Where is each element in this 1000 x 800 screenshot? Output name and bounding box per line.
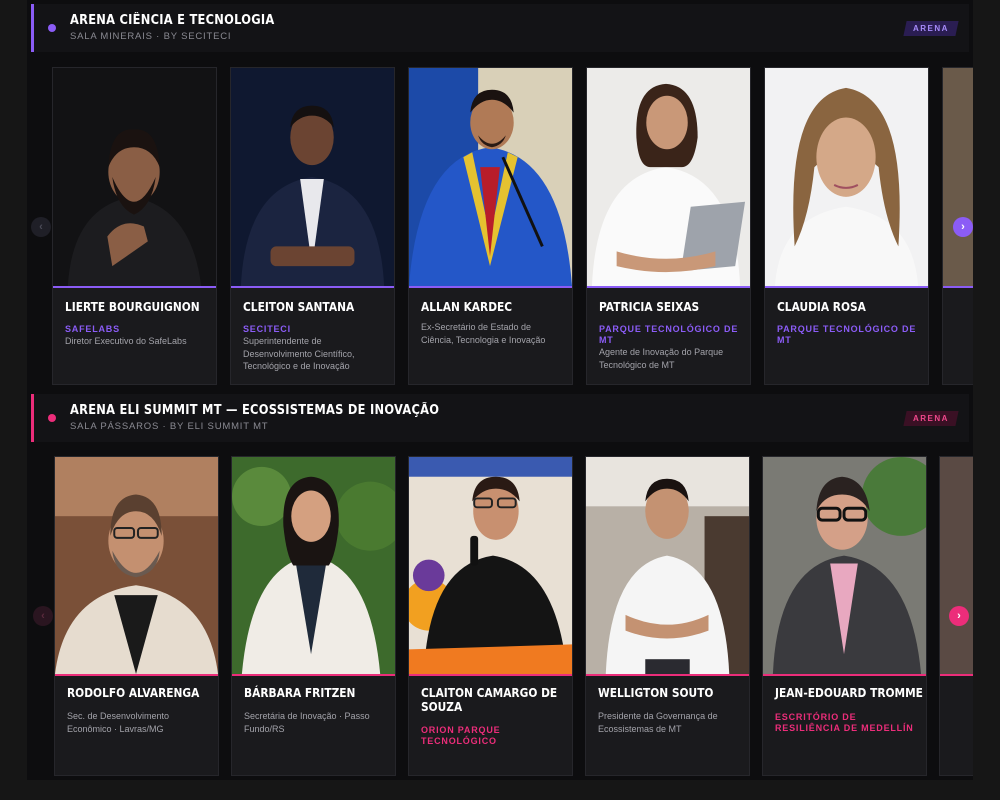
speaker-name: BÁRBARA FRITZEN xyxy=(244,685,356,700)
carousel-prev-button[interactable]: ‹ xyxy=(33,606,53,626)
chevron-left-icon: ‹ xyxy=(39,220,43,233)
speaker-org: SECITECI xyxy=(243,324,291,334)
speaker-name: RODOLFO ALVARENGA xyxy=(67,685,200,700)
arena-badge: ARENA xyxy=(903,411,959,426)
speaker-card[interactable]: CLAITON CAMARGO DE SOUZA ORION PARQUE TE… xyxy=(408,456,573,776)
speaker-name: PATRICIA SEIXAS xyxy=(599,299,700,314)
speaker-meta: ORION PARQUE TECNOLÓGICO xyxy=(421,725,562,747)
speaker-card[interactable]: LIERTE BOURGUIGNON SAFELABS Diretor Exec… xyxy=(52,67,217,385)
speaker-meta: PARQUE TECNOLÓGICO DE MT Agente de Inova… xyxy=(599,324,740,371)
speaker-photo xyxy=(586,457,749,676)
speaker-carousel: RODOLFO ALVARENGA Sec. de Desenvolviment… xyxy=(52,456,973,776)
chevron-right-icon: › xyxy=(961,220,965,233)
section-dot-icon xyxy=(48,24,56,32)
speaker-card[interactable]: CLEITON SANTANA SECITECI Superintendente… xyxy=(230,67,395,385)
section-dot-icon xyxy=(48,414,56,422)
speaker-card[interactable]: PATRICIA SEIXAS PARQUE TECNOLÓGICO DE MT… xyxy=(586,67,751,385)
speaker-photo xyxy=(231,68,394,288)
speaker-org: ESCRITÓRIO DE RESILIÊNCIA DE MEDELLÍN xyxy=(775,712,914,733)
speaker-role: Agente de Inovação do Parque Tecnológico… xyxy=(599,347,724,370)
speaker-role: Presidente da Governança de Ecossistemas… xyxy=(598,711,718,734)
speaker-carousel: LIERTE BOURGUIGNON SAFELABS Diretor Exec… xyxy=(52,67,973,385)
speaker-name: JEAN-EDOUARD TROMME xyxy=(775,685,923,700)
speaker-card[interactable]: BÁRBARA FRITZEN Secretária de Inovação ·… xyxy=(231,456,396,776)
speaker-card[interactable]: RODOLFO ALVARENGA Sec. de Desenvolviment… xyxy=(54,456,219,776)
speaker-meta: Ex-Secretário de Estado de Ciência, Tecn… xyxy=(421,321,562,346)
carousel-prev-button[interactable]: ‹ xyxy=(31,217,51,237)
arena-section-ciencia-tecnologia: ARENA CIÊNCIA E TECNOLOGIA SALA MINERAIS… xyxy=(27,0,973,390)
speaker-card[interactable]: ALLAN KARDEC Ex-Secretário de Estado de … xyxy=(408,67,573,385)
speaker-role: Superintendente de Desenvolvimento Cient… xyxy=(243,336,355,371)
speaker-meta: Secretária de Inovação · Passo Fundo/RS xyxy=(244,710,385,735)
speaker-org: ORION PARQUE TECNOLÓGICO xyxy=(421,725,501,746)
speaker-card[interactable]: WELLIGTON SOUTO Presidente da Governança… xyxy=(585,456,750,776)
carousel-next-button[interactable]: › xyxy=(953,217,973,237)
section-title: ARENA CIÊNCIA E TECNOLOGIA xyxy=(70,13,275,28)
speaker-org: SAFELABS xyxy=(65,324,120,334)
chevron-left-icon: ‹ xyxy=(41,609,45,622)
arena-badge: ARENA xyxy=(903,21,959,36)
speaker-photo xyxy=(765,68,928,288)
speaker-meta: ESCRITÓRIO DE RESILIÊNCIA DE MEDELLÍN xyxy=(775,712,916,734)
speaker-photo xyxy=(940,457,973,676)
speaker-meta: Sec. de Desenvolvimento Econômico · Lavr… xyxy=(67,710,208,735)
speaker-card[interactable]: JEAN-EDOUARD TROMME ESCRITÓRIO DE RESILI… xyxy=(762,456,927,776)
speaker-photo xyxy=(763,457,926,676)
speaker-name: WELLIGTON SOUTO xyxy=(598,685,714,700)
speaker-meta: SECITECI Superintendente de Desenvolvime… xyxy=(243,324,384,373)
speaker-name: ALLAN KARDEC xyxy=(421,299,513,314)
speaker-role: Sec. de Desenvolvimento Econômico · Lavr… xyxy=(67,711,170,734)
page-frame: ARENA CIÊNCIA E TECNOLOGIA SALA MINERAIS… xyxy=(27,0,973,780)
arena-section-eli-summit: ARENA ELI SUMMIT MT — ECOSSISTEMAS DE IN… xyxy=(27,392,973,780)
speaker-meta: SAFELABS Diretor Executivo do SafeLabs xyxy=(65,324,206,348)
speaker-photo xyxy=(55,457,218,676)
speaker-name: CLEITON SANTANA xyxy=(243,299,355,314)
speaker-name: LIERTE BOURGUIGNON xyxy=(65,299,200,314)
carousel-next-button[interactable]: › xyxy=(949,606,969,626)
section-header: ARENA ELI SUMMIT MT — ECOSSISTEMAS DE IN… xyxy=(31,394,969,442)
speaker-org: PARQUE TECNOLÓGICO DE MT xyxy=(777,324,917,345)
speaker-photo xyxy=(943,68,973,288)
speaker-role: Secretária de Inovação · Passo Fundo/RS xyxy=(244,711,370,734)
speaker-photo xyxy=(409,457,572,676)
speaker-photo xyxy=(232,457,395,676)
section-title: ARENA ELI SUMMIT MT — ECOSSISTEMAS DE IN… xyxy=(70,403,440,418)
speaker-name: CLAUDIA ROSA xyxy=(777,299,866,314)
speaker-photo xyxy=(53,68,216,288)
speaker-meta: PARQUE TECNOLÓGICO DE MT xyxy=(777,324,918,346)
section-subtitle: SALA PÁSSAROS · BY ELI SUMMIT MT xyxy=(70,421,269,432)
section-subtitle: SALA MINERAIS · BY SECITECI xyxy=(70,31,232,42)
speaker-name: CLAITON CAMARGO DE SOUZA xyxy=(421,685,558,714)
section-header: ARENA CIÊNCIA E TECNOLOGIA SALA MINERAIS… xyxy=(31,4,969,52)
speaker-card[interactable]: CLAUDIA ROSA PARQUE TECNOLÓGICO DE MT xyxy=(764,67,929,385)
speaker-meta: Presidente da Governança de Ecossistemas… xyxy=(598,710,739,735)
speaker-org: PARQUE TECNOLÓGICO DE MT xyxy=(599,324,739,345)
speaker-role: Diretor Executivo do SafeLabs xyxy=(65,336,187,346)
speaker-photo xyxy=(409,68,572,288)
chevron-right-icon: › xyxy=(957,609,961,622)
speaker-role: Ex-Secretário de Estado de Ciência, Tecn… xyxy=(421,322,546,345)
speaker-photo xyxy=(587,68,750,288)
